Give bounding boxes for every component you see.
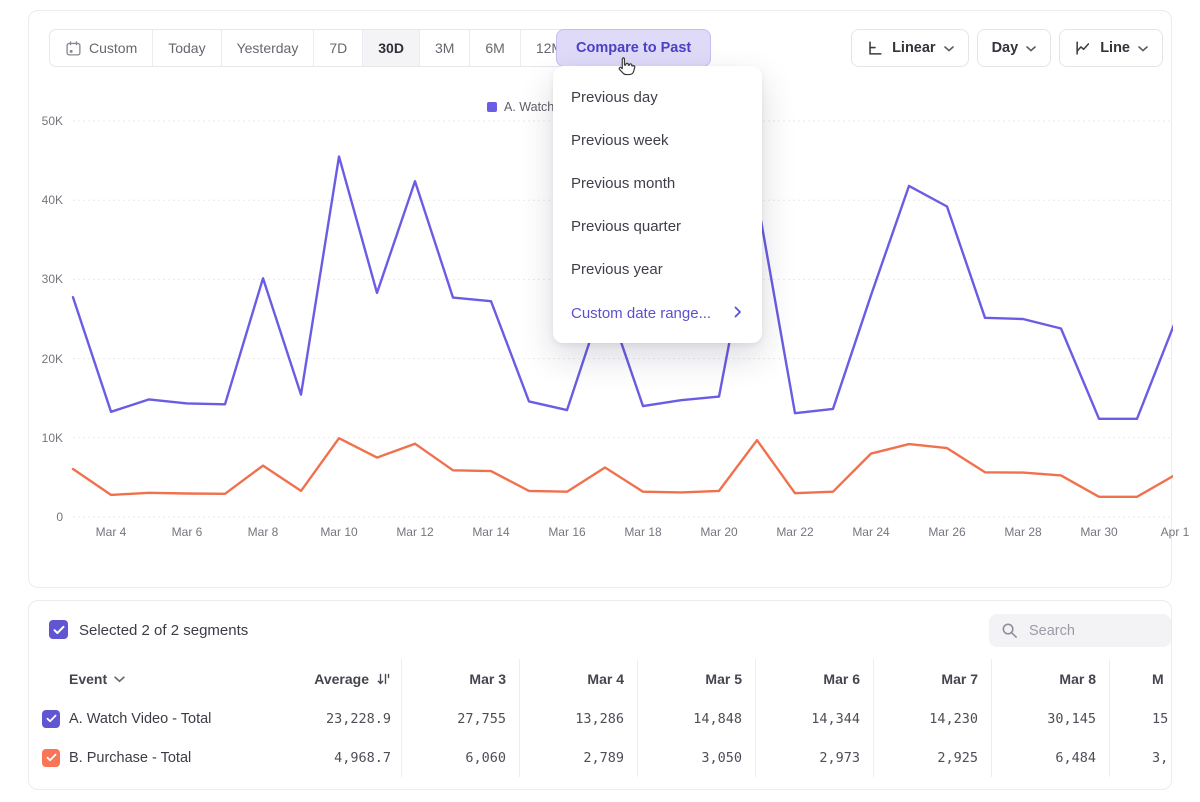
y-tick-label: 10K xyxy=(29,431,63,445)
event-name: B. Purchase - Total xyxy=(69,750,191,766)
cell-value: 27,755 xyxy=(401,699,519,738)
search-box[interactable] xyxy=(989,614,1171,647)
cell-value: 2,973 xyxy=(755,738,873,777)
x-tick-label: Mar 22 xyxy=(763,525,827,539)
x-tick-label: Mar 20 xyxy=(687,525,751,539)
compare-dropdown-menu: Previous dayPrevious weekPrevious monthP… xyxy=(553,66,762,343)
column-header-average[interactable]: Average xyxy=(259,659,401,699)
y-tick-label: 40K xyxy=(29,193,63,207)
segment-checkbox[interactable] xyxy=(42,749,60,767)
menu-item-previous-month[interactable]: Previous month xyxy=(553,162,762,205)
select-all-checkbox[interactable] xyxy=(49,620,68,639)
x-tick-label: Mar 26 xyxy=(915,525,979,539)
cell-value: 3,050 xyxy=(637,738,755,777)
cell-value: 6,060 xyxy=(401,738,519,777)
average-value: 23,228.9 xyxy=(259,699,401,738)
chevron-right-icon xyxy=(734,305,742,322)
x-tick-label: Mar 18 xyxy=(611,525,675,539)
table-row[interactable]: A. Watch Video - Total 23,228.927,75513,2… xyxy=(29,699,1172,738)
menu-item-previous-week[interactable]: Previous week xyxy=(553,119,762,162)
x-tick-label: Apr 1 xyxy=(1143,525,1200,539)
menu-item-custom-date-range[interactable]: Custom date range... xyxy=(553,291,762,335)
event-cell: B. Purchase - Total xyxy=(29,738,259,777)
event-header-label: Event xyxy=(69,671,107,687)
legend-swatch xyxy=(487,102,497,112)
cell-value-partial: 3, xyxy=(1109,738,1172,777)
table-row[interactable]: B. Purchase - Total 4,968.76,0602,7893,05… xyxy=(29,738,1172,777)
cell-value: 14,344 xyxy=(755,699,873,738)
column-header-mar-4[interactable]: Mar 4 xyxy=(519,659,637,699)
y-tick-label: 50K xyxy=(29,114,63,128)
segments-table: Event Average Mar 3Mar 4Mar 5Mar 6Mar 7Mar… xyxy=(29,659,1172,777)
x-tick-label: Mar 28 xyxy=(991,525,1055,539)
x-tick-label: Mar 24 xyxy=(839,525,903,539)
cell-value: 14,848 xyxy=(637,699,755,738)
cell-value: 13,286 xyxy=(519,699,637,738)
column-header-event[interactable]: Event xyxy=(29,659,259,699)
column-header-mar-6[interactable]: Mar 6 xyxy=(755,659,873,699)
sort-descending-icon xyxy=(376,672,391,686)
cell-value: 30,145 xyxy=(991,699,1109,738)
custom-date-range-label: Custom date range... xyxy=(571,305,711,322)
segments-header: Selected 2 of 2 segments xyxy=(29,601,1171,659)
cell-value: 14,230 xyxy=(873,699,991,738)
search-icon xyxy=(1001,622,1018,639)
search-input[interactable] xyxy=(1027,622,1151,640)
series-line-b-purchase[interactable] xyxy=(73,438,1173,497)
segments-card: Selected 2 of 2 segments Event Average Mar… xyxy=(28,600,1172,790)
x-tick-label: Mar 30 xyxy=(1067,525,1131,539)
chevron-down-icon xyxy=(114,676,125,683)
cell-value-partial: 15, xyxy=(1109,699,1172,738)
menu-item-previous-day[interactable]: Previous day xyxy=(553,76,762,119)
y-tick-label: 20K xyxy=(29,352,63,366)
cell-value: 2,789 xyxy=(519,738,637,777)
column-header-mar-8[interactable]: Mar 8 xyxy=(991,659,1109,699)
x-tick-label: Mar 4 xyxy=(79,525,143,539)
table-header-row: Event Average Mar 3Mar 4Mar 5Mar 6Mar 7Mar… xyxy=(29,659,1172,699)
x-tick-label: Mar 8 xyxy=(231,525,295,539)
x-tick-label: Mar 10 xyxy=(307,525,371,539)
x-tick-label: Mar 6 xyxy=(155,525,219,539)
menu-item-previous-quarter[interactable]: Previous quarter xyxy=(553,205,762,248)
column-header-mar-7[interactable]: Mar 7 xyxy=(873,659,991,699)
event-name: A. Watch Video - Total xyxy=(69,711,211,727)
column-header-mar-3[interactable]: Mar 3 xyxy=(401,659,519,699)
x-tick-label: Mar 14 xyxy=(459,525,523,539)
menu-item-previous-year[interactable]: Previous year xyxy=(553,248,762,291)
selected-summary: Selected 2 of 2 segments xyxy=(79,622,248,639)
y-tick-label: 30K xyxy=(29,272,63,286)
cell-value: 2,925 xyxy=(873,738,991,777)
compare-menu-list: Previous dayPrevious weekPrevious monthP… xyxy=(553,76,762,291)
column-header-mar-5[interactable]: Mar 5 xyxy=(637,659,755,699)
average-header-label: Average xyxy=(314,671,369,687)
y-tick-label: 0 xyxy=(29,510,63,524)
column-header-partial: M xyxy=(1109,659,1172,699)
average-value: 4,968.7 xyxy=(259,738,401,777)
x-tick-label: Mar 12 xyxy=(383,525,447,539)
event-cell: A. Watch Video - Total xyxy=(29,699,259,738)
x-tick-label: Mar 16 xyxy=(535,525,599,539)
segment-checkbox[interactable] xyxy=(42,710,60,728)
cell-value: 6,484 xyxy=(991,738,1109,777)
check-icon xyxy=(53,625,65,635)
